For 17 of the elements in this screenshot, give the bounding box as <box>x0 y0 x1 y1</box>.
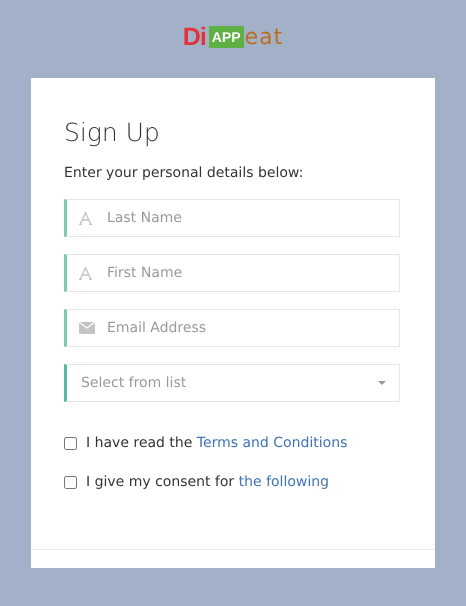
checkbox-label: I have read the Terms and Conditions <box>86 435 348 451</box>
caret-icon <box>378 381 386 385</box>
form-subtitle: Enter your personal details below: <box>64 165 304 181</box>
checkbox[interactable] <box>64 476 77 488</box>
font-icon <box>79 212 92 224</box>
input-field[interactable]: Last Name <box>64 199 400 237</box>
form-title: Sign Up <box>64 118 161 147</box>
terms-link[interactable]: the following <box>238 474 330 490</box>
checkbox-label: I give my consent for the following <box>86 474 330 490</box>
input-field[interactable]: First Name <box>64 254 400 292</box>
input-field[interactable]: Email Address <box>64 309 400 347</box>
select-field[interactable]: Select from list <box>64 364 400 402</box>
terms-link[interactable]: Terms and Conditions <box>196 435 348 451</box>
logo: Di APP eat <box>182 24 284 50</box>
envelope-icon <box>79 322 95 334</box>
font-icon <box>79 266 92 280</box>
checkbox[interactable] <box>64 436 77 450</box>
